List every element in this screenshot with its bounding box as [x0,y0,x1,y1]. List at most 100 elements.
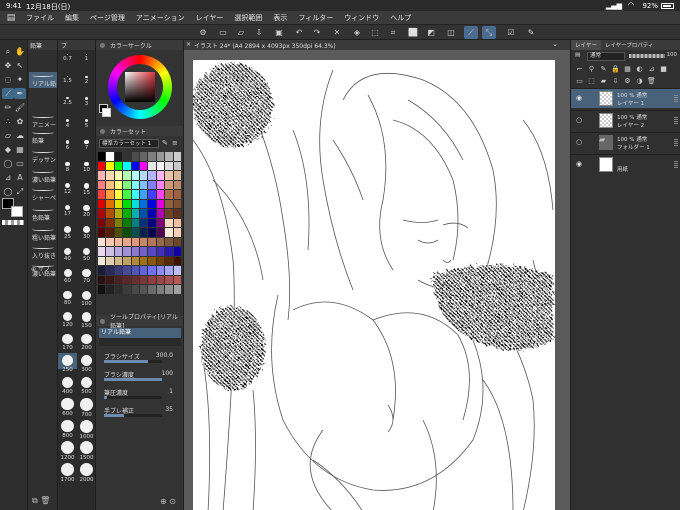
menu-file[interactable]: ファイル [26,13,54,23]
color-swatch[interactable] [98,247,107,257]
color-swatch[interactable] [165,199,174,209]
color-swatch[interactable] [98,199,107,209]
crop-icon[interactable]: ⌗ [386,26,400,39]
color-swatch[interactable] [131,228,140,238]
pencil-icon[interactable]: ✏ [2,102,14,113]
color-swatch[interactable] [131,199,140,209]
brush-size-cell[interactable]: 200 [77,332,96,351]
color-swatch[interactable] [139,209,149,219]
color-swatch[interactable] [165,247,174,257]
drag-handle-icon[interactable] [674,117,678,125]
snap-grid-icon[interactable]: ☑ [504,26,518,39]
color-swatch[interactable] [165,209,174,219]
eye-icon[interactable]: ○ [576,138,582,146]
color-swatch[interactable] [165,152,174,162]
color-swatch[interactable] [156,161,166,171]
color-swatch[interactable] [156,247,166,257]
brush-size-cell[interactable]: 1700 [58,461,77,483]
color-swatch[interactable] [165,180,174,190]
color-swatch[interactable] [139,161,149,171]
color-swatch[interactable] [148,180,157,190]
brush-size-cell[interactable]: 600 [58,396,77,417]
color-swatch[interactable] [139,285,149,295]
brush-size-cell[interactable]: 80 [58,289,77,306]
fill-bucket-icon[interactable]: ◆ [2,144,14,155]
menu-selection[interactable]: 選択範囲 [234,13,262,23]
brush-size-cell[interactable]: 2 [77,74,96,90]
color-swatch[interactable] [173,180,182,190]
color-swatch[interactable] [114,152,124,162]
brush-size-cell[interactable]: 1 [77,52,96,68]
brush-size-cell[interactable]: 700 [77,396,96,418]
brush-size-cell[interactable]: 4 [58,117,77,133]
brush-size-cell[interactable]: 50 [77,246,96,262]
hand-icon[interactable]: ✋ [14,46,26,57]
color-swatch[interactable] [139,237,149,247]
frame-icon[interactable]: ▭ [14,158,26,169]
layer-settings-icon[interactable]: ⚙ [623,76,632,85]
color-swatch[interactable] [148,152,157,162]
new-folder-icon[interactable]: ▰ [599,76,608,85]
deselect-icon[interactable]: ⬜ [406,26,420,39]
color-swatch[interactable] [173,161,182,171]
airbrush-icon[interactable]: ∴ [2,116,14,127]
brush-size-cell[interactable]: 10 [77,160,96,176]
brush-size-cell[interactable]: 8 [58,160,77,176]
app-menu-icon[interactable]: ▤ [4,12,18,24]
decoration-icon[interactable]: ✿ [14,116,26,127]
color-swatch[interactable] [148,275,157,285]
figure-icon[interactable]: ◯ [2,158,14,169]
opacity-value[interactable]: 100 [667,52,678,58]
ruler-icon[interactable]: ⊿ [2,172,14,183]
color-swatch[interactable] [98,190,107,200]
layer-color-icon[interactable]: ■ [659,64,668,73]
color-swatch[interactable] [139,256,149,266]
color-swatch[interactable] [148,171,157,181]
color-swatch[interactable] [165,275,174,285]
color-sub-mini[interactable] [102,108,111,117]
color-swatch[interactable] [131,237,140,247]
blend-mode-select[interactable]: 通常 [587,52,625,61]
prop-slider[interactable] [104,414,162,417]
duplicate-icon[interactable]: ⧉ [32,496,38,505]
eye-icon[interactable]: ○ [576,116,582,124]
gradient-icon[interactable]: ▦ [14,144,26,155]
color-set-select[interactable]: 標準カラーセット 1 [99,139,159,148]
color-swatch[interactable] [123,199,132,209]
sub-tool-item[interactable]: シャーペ [29,186,57,202]
color-swatch[interactable] [114,218,124,228]
color-swatch[interactable] [156,275,166,285]
menu-view[interactable]: 表示 [273,13,287,23]
brush-size-cell[interactable]: 250 [58,353,77,373]
color-swatch[interactable] [148,218,157,228]
color-swatch[interactable] [139,180,149,190]
color-swatch[interactable] [123,256,132,266]
brush-size-cell[interactable]: 5 [77,117,96,133]
sub-tool-item[interactable]: アニメー [29,113,57,129]
color-swatch[interactable] [148,228,157,238]
brush-size-cell[interactable]: 17 [58,203,77,219]
color-swatch[interactable] [139,266,149,276]
color-swatch[interactable] [148,266,157,276]
brush-size-cell[interactable]: 3 [77,95,96,111]
brush-size-cell[interactable]: 150 [77,310,96,329]
prop-value[interactable]: 1 [169,388,173,395]
sub-tool-add[interactable]: ⊕ サブ [31,264,50,273]
color-swatch[interactable] [106,256,115,266]
color-swatch[interactable] [106,190,115,200]
color-swatch[interactable] [139,152,149,162]
prop-value[interactable]: 300.0 [156,352,173,359]
color-swatch[interactable] [173,190,182,200]
undo-icon[interactable]: ↶ [292,26,306,39]
drawing-canvas[interactable] [193,60,555,510]
layer-row[interactable]: ◉ 100 % 通常 レイヤー 1 [571,88,680,108]
brush-size-cell[interactable]: 170 [58,332,77,351]
color-swatch[interactable] [98,285,107,295]
reference-layer-icon[interactable]: ⚲ [587,64,596,73]
color-swatch[interactable] [123,266,132,276]
sub-tool-item[interactable]: 色鉛筆 [29,206,57,222]
color-swatch[interactable] [131,275,140,285]
color-swatch[interactable] [106,152,115,162]
menu-page[interactable]: ページ管理 [90,13,125,23]
color-swatch[interactable] [106,228,115,238]
